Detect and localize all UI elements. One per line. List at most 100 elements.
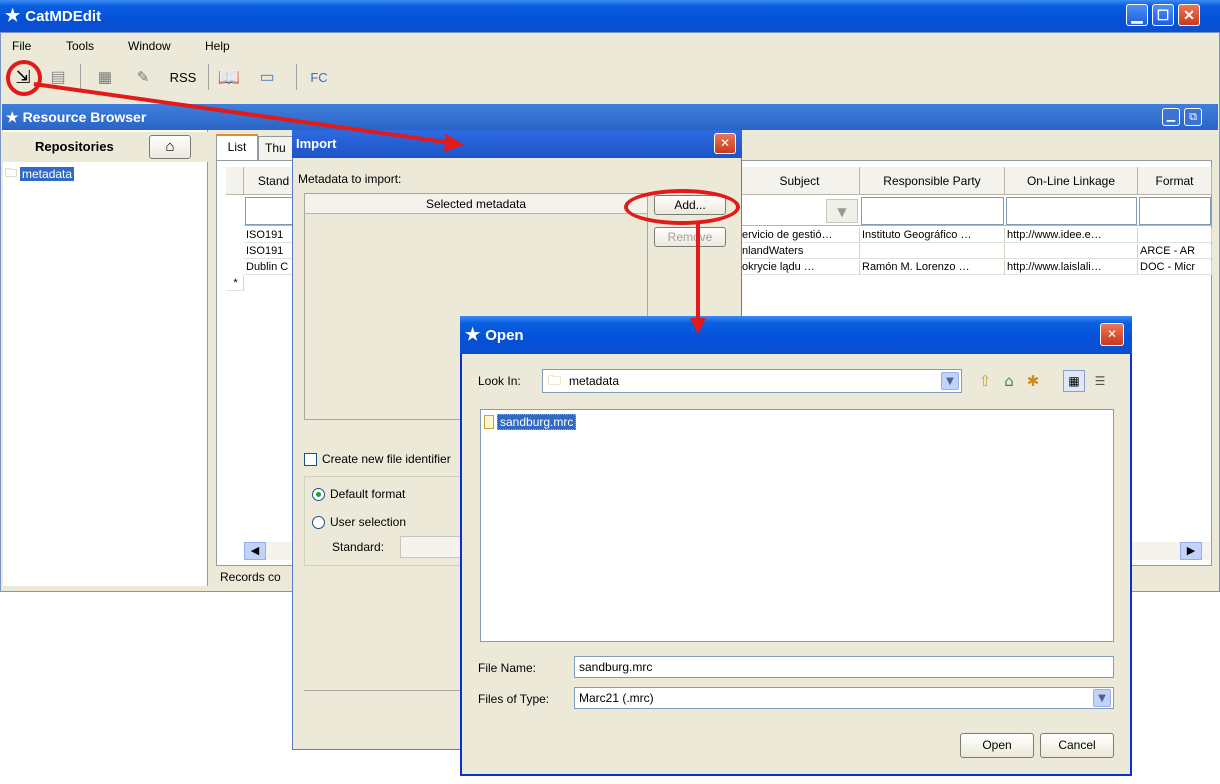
look-in-value: metadata	[569, 374, 620, 388]
filter-online-linkage[interactable]	[1006, 197, 1137, 225]
scroll-left-arrow[interactable]: ◀	[244, 542, 266, 560]
column-header-subject[interactable]: Subject	[740, 167, 860, 195]
app-star-icon: ★	[5, 6, 21, 25]
maximize-button[interactable]: ☐	[1152, 4, 1174, 26]
user-selection-radio[interactable]	[312, 516, 325, 529]
export-icon[interactable]: ▤	[44, 64, 72, 90]
import-dialog-title-bar: Import	[292, 130, 742, 158]
splitter-handle[interactable]	[208, 130, 214, 586]
open-button[interactable]: Open	[960, 733, 1034, 758]
repositories-header: Repositories ⌂	[3, 132, 208, 162]
table-cell[interactable]: okrycie lądu …	[740, 260, 860, 275]
frame-restore-button[interactable]: ⧉	[1184, 108, 1202, 126]
tab-list[interactable]: List	[216, 134, 258, 160]
table-cell[interactable]: DOC - Micr	[1138, 260, 1212, 275]
default-format-radio[interactable]	[312, 488, 325, 501]
menu-help[interactable]: Help	[205, 36, 230, 56]
details-view-icon[interactable]: ☰	[1089, 370, 1111, 392]
repositories-label: Repositories	[35, 139, 114, 154]
repository-add-button[interactable]: ⌂	[149, 135, 191, 159]
row-header-corner	[226, 167, 244, 195]
import-dialog-title: Import	[296, 136, 337, 151]
column-header-responsible-party[interactable]: Responsible Party	[860, 167, 1005, 195]
table-cell[interactable]: ARCE - AR	[1138, 244, 1212, 259]
user-selection-label: User selection	[330, 515, 407, 529]
standard-combo[interactable]	[400, 536, 464, 558]
tree-item-metadata[interactable]: 🗀 metadata	[5, 165, 75, 182]
menu-file[interactable]: File	[12, 36, 31, 56]
filter-format[interactable]	[1139, 197, 1211, 225]
table-cell[interactable]: http://www.idee.e…	[1005, 228, 1138, 243]
files-of-type-dropdown-arrow[interactable]: ▼	[1093, 689, 1111, 707]
fc-button[interactable]: FC	[304, 64, 334, 90]
table-cell[interactable]: nlandWaters	[740, 244, 860, 259]
frame-minimize-button[interactable]: ▁	[1162, 108, 1180, 126]
toolbar-separator	[296, 64, 297, 90]
import-dialog-divider	[304, 690, 464, 691]
page-icon[interactable]: ▭	[252, 64, 282, 90]
resource-browser-title: Resource Browser	[22, 109, 147, 125]
table-cell[interactable]	[860, 244, 1005, 259]
up-folder-icon[interactable]: ⇧	[974, 370, 996, 392]
new-folder-icon[interactable]: ✱	[1022, 370, 1044, 392]
table-cell[interactable]	[1005, 244, 1138, 259]
book-icon[interactable]: 📖	[214, 64, 244, 90]
file-list[interactable]	[480, 409, 1114, 642]
toolbar-separator	[208, 64, 209, 90]
main-title-bar: ★ CatMDEdit ▁ ☐ ✕	[0, 0, 1220, 32]
look-in-combo[interactable]: 🗀 metadata ▼	[542, 369, 962, 393]
file-item[interactable]: sandburg.mrc	[484, 413, 577, 431]
import-close-button[interactable]: ✕	[714, 133, 736, 154]
open-dialog-title-bar: ★ Open	[460, 316, 1132, 354]
open-dialog-title: Open	[485, 326, 524, 344]
look-in-dropdown-arrow[interactable]: ▼	[941, 372, 959, 390]
filter-subject-dropdown[interactable]: ▼	[826, 199, 858, 223]
close-button[interactable]: ✕	[1178, 4, 1200, 26]
tree-item-label: metadata	[20, 167, 75, 181]
create-identifier-checkbox[interactable]	[304, 453, 317, 466]
scroll-right-arrow[interactable]: ▶	[1180, 542, 1202, 560]
look-in-folder-icon: 🗀	[548, 374, 562, 389]
file-item-label: sandburg.mrc	[497, 414, 577, 430]
menubar: File Tools Window Help	[0, 36, 1220, 56]
metadata-to-import-label: Metadata to import:	[298, 172, 402, 186]
menu-window[interactable]: Window	[128, 36, 171, 56]
table-cell[interactable]: Ramón M. Lorenzo …	[860, 260, 1005, 275]
app-title: CatMDEdit	[25, 7, 102, 25]
add-button-highlight	[624, 189, 740, 225]
cancel-button[interactable]: Cancel	[1040, 733, 1114, 758]
column-header-online-linkage[interactable]: On-Line Linkage	[1005, 167, 1138, 195]
edit-icon[interactable]: ✎	[128, 64, 158, 90]
repositories-pane	[3, 130, 208, 586]
import-icon-highlight	[6, 60, 42, 96]
resource-browser-title-bar: ★ Resource Browser	[2, 104, 1218, 130]
file-name-label: File Name:	[478, 661, 537, 675]
look-in-label: Look In:	[478, 374, 521, 388]
filter-responsible-party[interactable]	[861, 197, 1004, 225]
new-row-marker: *	[226, 276, 244, 291]
table-cell[interactable]	[1138, 228, 1212, 243]
remove-button[interactable]: Remove	[654, 227, 726, 247]
open-star-icon: ★	[465, 325, 481, 344]
folder-icon: 🗀	[5, 165, 18, 180]
file-icon	[484, 415, 494, 429]
minimize-button[interactable]: ▁	[1126, 4, 1148, 26]
frame-star-icon: ★	[6, 109, 19, 125]
files-of-type-combo[interactable]: Marc21 (.mrc) ▼	[574, 687, 1114, 709]
rss-icon[interactable]: RSS	[166, 64, 200, 90]
default-format-label: Default format	[330, 487, 406, 501]
radio-dot	[316, 492, 321, 497]
open-close-button[interactable]: ✕	[1100, 323, 1124, 346]
table-cell[interactable]: Instituto Geográfico …	[860, 228, 1005, 243]
toolbar-separator	[80, 64, 81, 90]
table-cell[interactable]: ervicio de gestió…	[740, 228, 860, 243]
menu-tools[interactable]: Tools	[66, 36, 94, 56]
file-name-input[interactable]: sandburg.mrc	[574, 656, 1114, 678]
column-header-format[interactable]: Format	[1138, 167, 1212, 195]
table-cell[interactable]: http://www.laislali…	[1005, 260, 1138, 275]
list-view-icon[interactable]: ▦	[1063, 370, 1085, 392]
selected-metadata-header: Selected metadata	[305, 194, 647, 214]
home-icon[interactable]: ⌂	[998, 370, 1020, 392]
records-count: Records co	[220, 570, 281, 584]
metadata-icon[interactable]: ▦	[90, 64, 120, 90]
